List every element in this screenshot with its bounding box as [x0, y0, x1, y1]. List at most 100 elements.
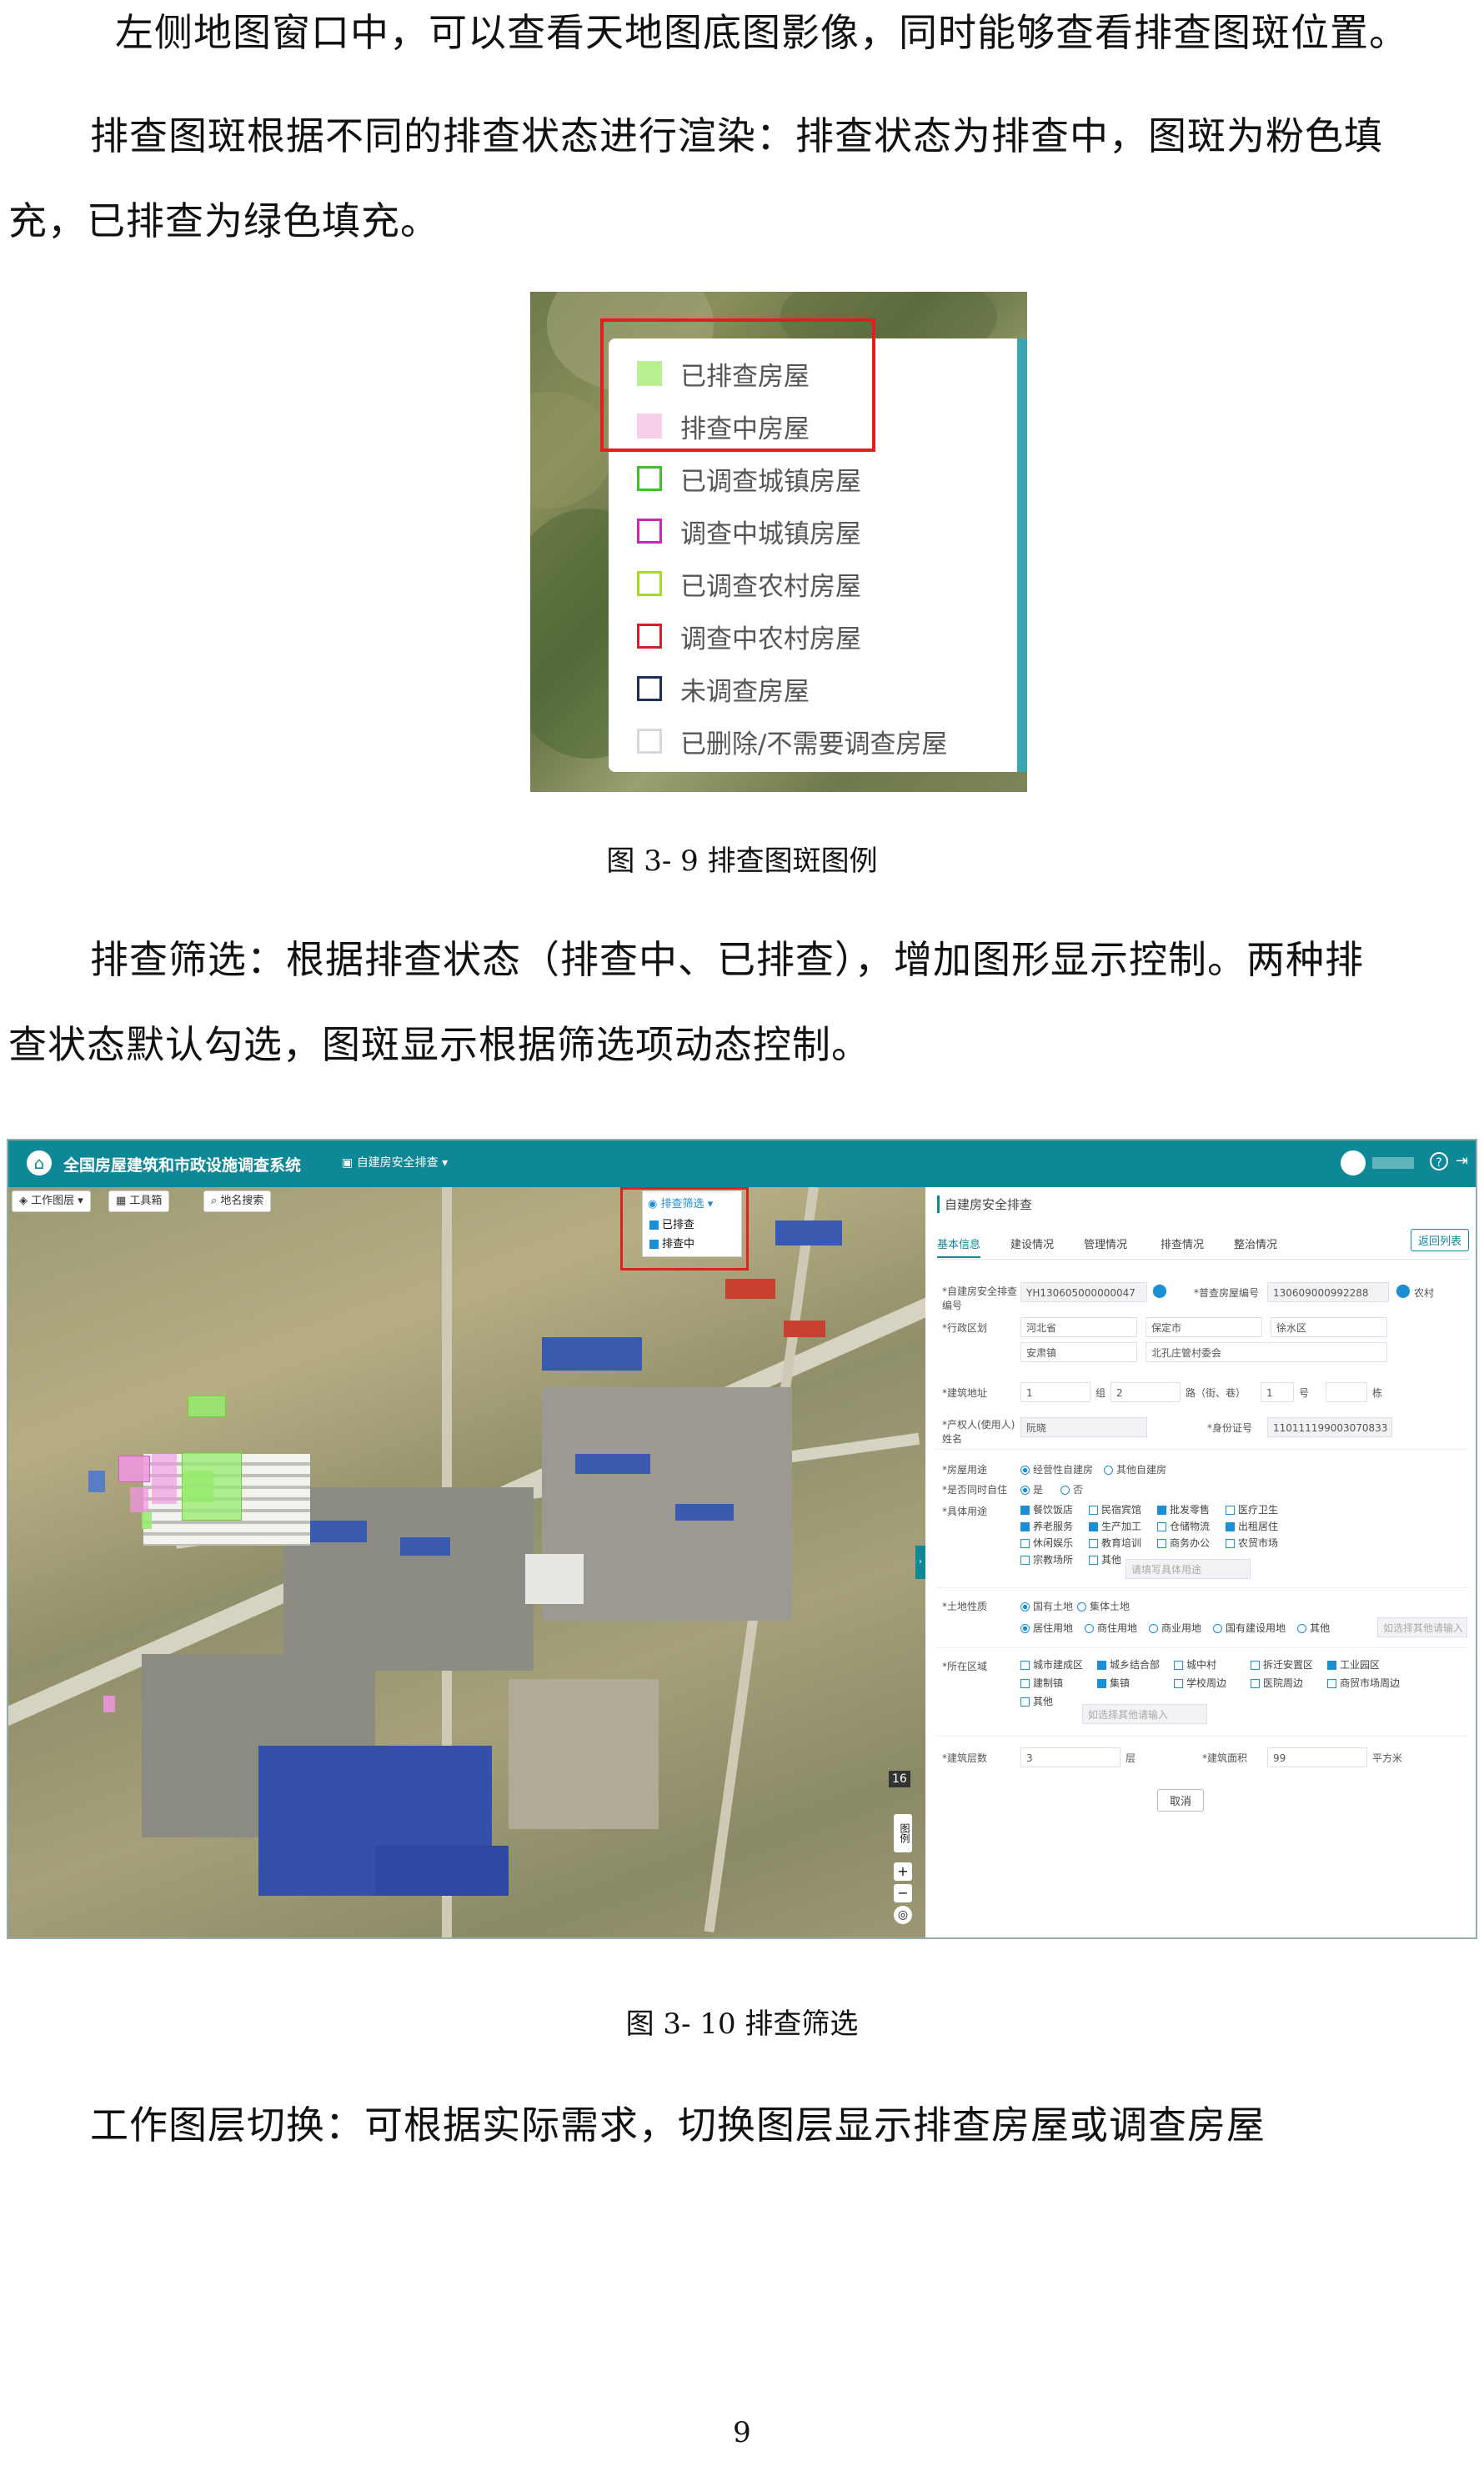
use-option-label: 经营性自建房 [1033, 1464, 1094, 1476]
purpose-label: *具体用途 [942, 1506, 988, 1517]
location-pin-icon[interactable]: ⬤ [1396, 1282, 1411, 1298]
city-select[interactable]: 保定市 [1146, 1317, 1262, 1337]
purpose-option[interactable]: 餐饮饭店 [1020, 1502, 1073, 1516]
addr-field-3[interactable]: 1 [1261, 1382, 1294, 1402]
province-select[interactable]: 河北省 [1020, 1317, 1137, 1337]
area-option[interactable]: 拆迁安置区 [1251, 1657, 1313, 1672]
highlight-box [600, 318, 875, 452]
app-header: ⌂ 全国房屋建筑和市政设施调查系统 ▣ 自建房安全排查 ▾ ? ⇥ [8, 1140, 1476, 1187]
figure-caption: 图 3- 9 排查图斑图例 [606, 845, 878, 878]
map-view[interactable]: ◈ 工作图层 ▾ ▦ 工具箱 ⌕ 地名搜索 ◉ 排查筛选 ▾ 已排查 排查中 1… [8, 1187, 925, 1937]
location-pin-icon[interactable]: ⬤ [1152, 1282, 1167, 1298]
tab-construction[interactable]: 建设情况 [1010, 1235, 1054, 1251]
checkbox-icon [1020, 1556, 1030, 1565]
radio-icon [1077, 1602, 1086, 1611]
checkbox-icon [1251, 1679, 1260, 1688]
land-label: *土地性质 [942, 1601, 988, 1612]
purpose-option[interactable]: 其他 [1089, 1552, 1121, 1566]
checkbox-icon [1089, 1506, 1098, 1515]
land-use-option[interactable]: 其他 [1297, 1622, 1330, 1634]
legend-item: 已调查城镇房屋 [637, 462, 861, 497]
addr-field-1[interactable]: 1 [1020, 1382, 1090, 1402]
purpose-option[interactable]: 生产加工 [1089, 1519, 1141, 1533]
form-panel: 自建房安全排查 基本信息 建设情况 管理情况 排查情况 整治情况 返回列表 *自… [927, 1187, 1476, 1937]
form-tabs: 基本信息 建设情况 管理情况 排查情况 整治情况 返回列表 [937, 1229, 1471, 1260]
area-option[interactable]: 工业园区 [1327, 1657, 1380, 1672]
village-select[interactable]: 北孔庄管村委会 [1146, 1342, 1387, 1362]
id-field: 110111199003070833 [1267, 1417, 1392, 1437]
purpose-option[interactable]: 出租居住 [1226, 1519, 1278, 1533]
district-select[interactable]: 徐水区 [1271, 1317, 1387, 1337]
zoom-in-button[interactable]: + [894, 1862, 912, 1881]
checkbox-icon [1327, 1661, 1336, 1670]
tab-management[interactable]: 管理情况 [1084, 1235, 1127, 1251]
toolbox-button[interactable]: ▦ 工具箱 [108, 1190, 170, 1212]
place-search-button[interactable]: ⌕ 地名搜索 [203, 1190, 272, 1212]
map-legend-button[interactable]: 图例 [894, 1814, 912, 1852]
land-use-option[interactable]: 国有建设用地 [1213, 1622, 1286, 1634]
purpose-option[interactable]: 批发零售 [1157, 1502, 1210, 1516]
floors-field[interactable]: 3 [1020, 1747, 1121, 1767]
purpose-option[interactable]: 农贸市场 [1226, 1536, 1278, 1550]
purpose-option[interactable]: 仓储物流 [1157, 1519, 1210, 1533]
area-option[interactable]: 建制镇 [1020, 1676, 1063, 1690]
purpose-option[interactable]: 商务办公 [1157, 1536, 1210, 1550]
land-other-input[interactable]: 如选择其他请输入 [1377, 1617, 1467, 1637]
tab-inspection[interactable]: 排查情况 [1161, 1235, 1204, 1251]
zoom-out-button[interactable]: − [894, 1884, 912, 1902]
land-use-option[interactable]: 商住用地 [1085, 1622, 1137, 1634]
area-option[interactable]: 医院周边 [1251, 1676, 1303, 1690]
highlight-box [620, 1187, 749, 1271]
purpose-option[interactable]: 医疗卫生 [1226, 1502, 1278, 1516]
purpose-option-label: 教育培训 [1101, 1537, 1142, 1549]
addr-field-4[interactable] [1326, 1382, 1367, 1402]
land-use-option[interactable]: 商业用地 [1149, 1622, 1201, 1634]
help-icon[interactable]: ? [1430, 1152, 1448, 1170]
land-option-state[interactable]: 国有土地 [1020, 1599, 1073, 1613]
occupied-no[interactable]: 否 [1060, 1482, 1083, 1496]
purpose-option[interactable]: 教育培训 [1089, 1536, 1141, 1550]
area-option[interactable]: 城市建成区 [1020, 1657, 1083, 1672]
panel-toggle[interactable]: › [915, 1546, 925, 1579]
compass-icon[interactable]: ◎ [894, 1906, 912, 1924]
building-area-field[interactable]: 99 [1267, 1747, 1367, 1767]
purpose-option[interactable]: 休闲娱乐 [1020, 1536, 1073, 1550]
purpose-option[interactable]: 民宿宾馆 [1089, 1502, 1141, 1516]
back-to-list-button[interactable]: 返回列表 [1411, 1229, 1470, 1251]
work-layer-button[interactable]: ◈ 工作图层 ▾ [12, 1190, 91, 1212]
checkbox-icon [1089, 1556, 1098, 1565]
use-option-business[interactable]: 经营性自建房 [1020, 1462, 1093, 1476]
purpose-other-input[interactable]: 请填写具体用途 [1126, 1559, 1251, 1579]
purpose-option[interactable]: 养老服务 [1020, 1519, 1073, 1533]
town-select[interactable]: 安肃镇 [1020, 1342, 1137, 1362]
area-option-label: 拆迁安置区 [1263, 1659, 1314, 1671]
area-other-input[interactable]: 如选择其他请输入 [1082, 1704, 1207, 1724]
cancel-button[interactable]: 取消 [1157, 1789, 1205, 1812]
land-option-collective[interactable]: 集体土地 [1077, 1599, 1130, 1613]
area-option[interactable]: 其他 [1020, 1694, 1053, 1708]
area-unit: 平方米 [1372, 1752, 1403, 1764]
land-use-option[interactable]: 居住用地 [1020, 1622, 1073, 1634]
use-option-other[interactable]: 其他自建房 [1104, 1462, 1166, 1476]
checkbox-icon [1020, 1697, 1030, 1707]
area-option[interactable]: 城乡结合部 [1097, 1657, 1160, 1672]
module-selector[interactable]: ▣ 自建房安全排查 ▾ [342, 1154, 448, 1170]
tab-rectification[interactable]: 整治情况 [1234, 1235, 1277, 1251]
tab-basic-info[interactable]: 基本信息 [937, 1235, 981, 1258]
addr-field-2[interactable]: 2 [1110, 1382, 1181, 1402]
area-option[interactable]: 学校周边 [1174, 1676, 1226, 1690]
divider [935, 1587, 1469, 1588]
area-option[interactable]: 城中村 [1174, 1657, 1216, 1672]
radio-icon [1020, 1624, 1030, 1633]
purpose-option-label: 医疗卫生 [1238, 1504, 1279, 1516]
checkbox-icon [1157, 1506, 1166, 1515]
legend-swatch [637, 466, 662, 491]
user-avatar[interactable] [1341, 1150, 1366, 1175]
area-option-label: 城中村 [1186, 1659, 1217, 1671]
area-option[interactable]: 商贸市场周边 [1327, 1676, 1400, 1690]
code-field: YH130605000000047 [1020, 1282, 1147, 1302]
area-option[interactable]: 集镇 [1097, 1676, 1130, 1690]
purpose-option[interactable]: 宗教场所 [1020, 1552, 1073, 1566]
occupied-yes[interactable]: 是 [1020, 1482, 1043, 1496]
logout-icon[interactable]: ⇥ [1456, 1152, 1468, 1170]
